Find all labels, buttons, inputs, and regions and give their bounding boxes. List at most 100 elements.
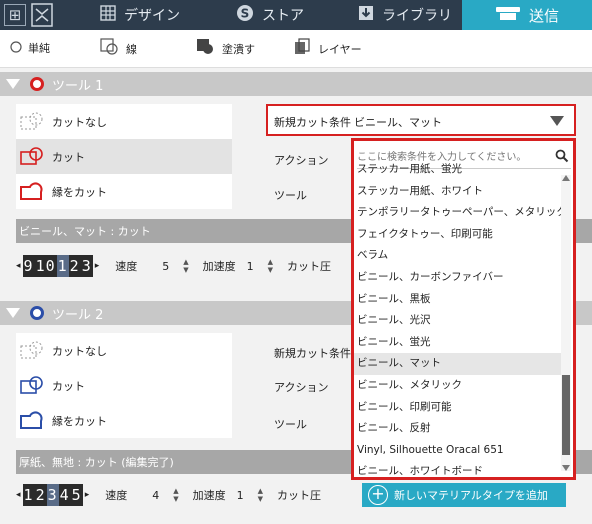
cut-edge-icon: [16, 410, 48, 432]
line-mode-icon: [100, 38, 120, 59]
tool1-option-cut[interactable]: カット: [16, 139, 232, 174]
tool2-color-ring-icon: [30, 306, 44, 320]
material-list-item[interactable]: ビニール、マット: [354, 353, 562, 375]
tool1-blade-depth-display[interactable]: 9 10 1 2 3: [22, 255, 93, 277]
blade-digit: 4: [58, 484, 71, 506]
tab-design[interactable]: デザイン: [100, 0, 180, 30]
cut-icon: [16, 375, 48, 397]
material-list-item[interactable]: ビニール、印刷可能: [354, 397, 562, 419]
add-circle-icon: +: [368, 485, 388, 505]
blade-right-arrow-icon[interactable]: ▸: [95, 261, 100, 271]
mode-simple[interactable]: 単純: [10, 40, 50, 56]
tab-store[interactable]: S ストア: [236, 0, 304, 30]
speed-stepper-icon[interactable]: ▲ ▼: [183, 258, 188, 274]
scrollbar-thumb[interactable]: [562, 375, 570, 455]
page-add-icon[interactable]: ⊞: [4, 4, 26, 26]
tool1-option-cut-edge[interactable]: 縁をカット: [16, 174, 232, 209]
material-select-value: ビニール、マット: [354, 116, 442, 129]
blade-digit: 2: [68, 255, 81, 277]
plotter-icon: [495, 5, 521, 25]
material-list-item[interactable]: テンポラリータトゥーペーパー、メタリック: [354, 202, 562, 224]
material-list-item[interactable]: ビニール、黒板: [354, 289, 562, 311]
material-list-item[interactable]: フェイクタトゥー、印刷可能: [354, 224, 562, 246]
add-material-label: 新しいマテリアルタイプを追加: [394, 489, 548, 502]
tool1-force-label: カット圧: [287, 260, 332, 273]
material-list-item[interactable]: ステッカー用紙、ホワイト: [354, 181, 562, 203]
radio-icon: [10, 40, 22, 56]
tool2-accel-label: 加速度: [192, 489, 226, 502]
tool2-option-cut-edge[interactable]: 縁をカット: [16, 403, 232, 438]
tool2-material-text: 厚紙、無地 : カット (編集完了): [19, 456, 174, 469]
tool2-option-no-cut[interactable]: カットなし: [16, 333, 232, 368]
tool2-option-cut[interactable]: カット: [16, 368, 232, 403]
blade-digit-selected: 1: [56, 255, 69, 277]
collapse-triangle-icon[interactable]: [6, 308, 20, 318]
tab-design-label: デザイン: [124, 8, 180, 24]
store-s-icon: S: [236, 4, 254, 26]
material-list-item[interactable]: ビニール、光沢: [354, 310, 562, 332]
blade-right-arrow-icon[interactable]: ▸: [85, 490, 90, 500]
tab-library-label: ライブラリ: [382, 8, 452, 24]
tool2-accel-value[interactable]: 1: [234, 489, 258, 502]
tool2-option-cut-label: カット: [52, 379, 85, 393]
cut-mode-bar: 単純 線 塗潰す レイヤー: [0, 30, 592, 68]
tool2-tool-label: ツール: [274, 418, 307, 431]
material-list-item[interactable]: ビニール、反射: [354, 418, 562, 440]
no-cut-icon: [16, 340, 48, 362]
material-list-item[interactable]: ビニール、ホワイトボード: [354, 461, 562, 477]
mode-line[interactable]: 線: [100, 38, 137, 59]
tool2-cut-options: カットなし カット 縁をカット: [16, 333, 232, 438]
tool1-option-cut-edge-label: 縁をカット: [52, 185, 107, 199]
dropdown-arrow-icon[interactable]: [550, 116, 564, 126]
tool1-option-no-cut-label: カットなし: [52, 115, 107, 129]
blade-left-arrow-icon[interactable]: ◂: [16, 490, 21, 500]
material-list-item[interactable]: ビニール、メタリック: [354, 375, 562, 397]
tool2-option-no-cut-label: カットなし: [52, 344, 107, 358]
tab-library[interactable]: ライブラリ: [358, 0, 452, 30]
dropdown-scrollbar[interactable]: [561, 175, 571, 471]
mode-layer-label: レイヤー: [318, 42, 362, 56]
collapse-triangle-icon[interactable]: [6, 79, 20, 89]
mode-layer[interactable]: レイヤー: [294, 38, 362, 59]
blade-digit: 9: [22, 255, 35, 277]
accel-stepper-icon[interactable]: ▲ ▼: [268, 258, 273, 274]
cut-edge-icon: [16, 181, 48, 203]
scroll-down-arrow-icon[interactable]: [562, 465, 570, 471]
material-list-item[interactable]: ビニール、蛍光: [354, 332, 562, 354]
tool1-material-text: ビニール、マット : カット: [19, 225, 151, 238]
material-select[interactable]: 新規カット条件 ビニール、マット: [266, 104, 576, 136]
tool1-controls: ◂ 9 10 1 2 3 ▸ 速度 5 ▲ ▼ 加速度 1 ▲ ▼ カット圧: [16, 251, 376, 281]
material-list-item[interactable]: ビニール、カーボンファイバー: [354, 267, 562, 289]
tab-store-label: ストア: [262, 8, 304, 24]
layers-icon: [294, 38, 312, 59]
tool2-speed-value[interactable]: 4: [149, 489, 173, 502]
tool1-title: ツール 1: [52, 78, 104, 94]
blade-digit: 5: [70, 484, 83, 506]
tool1-header[interactable]: ツール 1: [0, 72, 592, 96]
blade-digit: 2: [34, 484, 47, 506]
tab-send[interactable]: 送信: [462, 0, 592, 30]
tool1-option-no-cut[interactable]: カットなし: [16, 104, 232, 139]
tool1-color-ring-icon: [30, 77, 44, 91]
no-cut-icon: [16, 111, 48, 133]
tab-send-label: 送信: [528, 6, 559, 25]
tool1-accel-value[interactable]: 1: [244, 260, 268, 273]
tool1-option-cut-label: カット: [52, 150, 85, 164]
add-material-button[interactable]: + 新しいマテリアルタイプを追加: [362, 483, 566, 507]
material-list-item[interactable]: ベラム: [354, 245, 562, 267]
blade-digit: 3: [80, 255, 93, 277]
blade-left-arrow-icon[interactable]: ◂: [16, 261, 21, 271]
tool1-speed-value[interactable]: 5: [159, 260, 183, 273]
tool2-action-label: アクション: [274, 381, 329, 394]
speed-stepper-icon[interactable]: ▲ ▼: [173, 487, 178, 503]
scroll-up-arrow-icon[interactable]: [562, 175, 570, 181]
mode-simple-label: 単純: [28, 42, 50, 55]
blade-digit: 10: [34, 255, 57, 277]
blade-digit: 1: [22, 484, 35, 506]
tool2-blade-depth-display[interactable]: 12345: [22, 484, 83, 506]
material-list-item[interactable]: ステッカー用紙、蛍光: [354, 159, 562, 181]
silhouette-logo-icon[interactable]: [30, 2, 54, 28]
mode-fill[interactable]: 塗潰す: [196, 38, 255, 59]
material-list-item[interactable]: Vinyl, Silhouette Oracal 651: [354, 440, 562, 462]
accel-stepper-icon[interactable]: ▲ ▼: [258, 487, 263, 503]
